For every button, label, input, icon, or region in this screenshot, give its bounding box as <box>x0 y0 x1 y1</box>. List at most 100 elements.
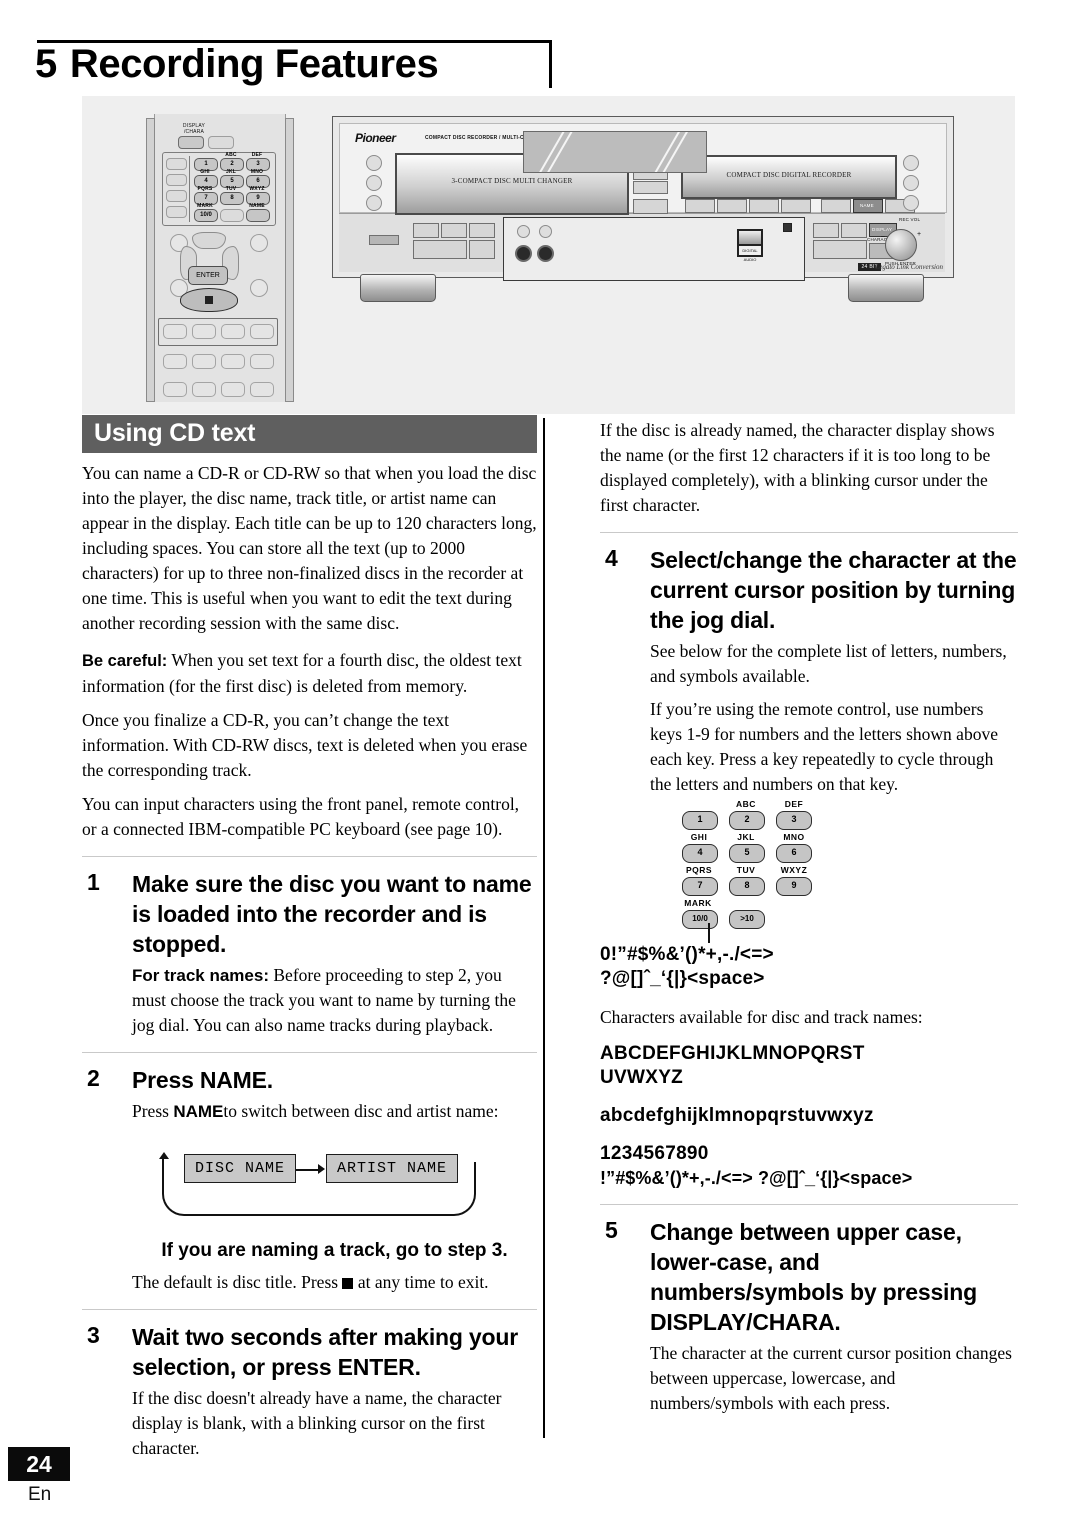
remote-lower-button-3[interactable] <box>221 354 245 369</box>
remote-function-button-3[interactable] <box>221 324 245 339</box>
deck-rec-indicator <box>783 223 792 232</box>
page-number-badge: 24 <box>8 1447 70 1481</box>
deck-rec-button-5[interactable] <box>821 199 851 213</box>
deck-rec-button-2[interactable] <box>717 199 747 213</box>
step-5: 5 Change between upper case, lower-case,… <box>600 1217 1018 1416</box>
remote-stop-button[interactable] <box>180 288 238 312</box>
chapter-name: Recording Features <box>69 42 439 86</box>
deck-right-button-2[interactable] <box>841 223 867 238</box>
remote-soft-button-2[interactable] <box>166 174 187 186</box>
step-4-heading: Select/change the character at the curre… <box>650 547 1017 633</box>
disc-name-box: DISC NAME <box>184 1154 297 1183</box>
keypad-key-6-label: 6 <box>791 847 797 857</box>
remote-lower-button-4[interactable] <box>250 354 274 369</box>
remote-keypad-divider <box>189 156 190 222</box>
symbol-line-1: 0!”#$%&’()*+,-./<=> <box>600 944 774 965</box>
remote-corner-button-tr[interactable] <box>250 234 268 252</box>
step-4-body-1: See below for the complete list of lette… <box>650 641 1007 686</box>
keypad-key-4[interactable]: 4 <box>682 844 718 863</box>
remote-dpad-up[interactable] <box>192 232 226 249</box>
deck-right-button-3[interactable] <box>813 240 867 259</box>
remote-enter-button[interactable]: ENTER <box>188 266 228 285</box>
deck-rec-button-4[interactable] <box>781 199 811 213</box>
character-display <box>523 131 707 173</box>
left-column: Using CD text You can name a CD-R or CD-… <box>82 415 537 1461</box>
deck-lower-button-3[interactable] <box>469 223 495 238</box>
deck-small-indicator-1 <box>517 225 530 238</box>
keypad-key-7[interactable]: 7 <box>682 877 718 896</box>
deck-eject-button[interactable] <box>369 235 399 245</box>
keypad-callout-line <box>708 923 710 943</box>
deck-center-button-4[interactable] <box>633 199 668 214</box>
recorder-disc-tray[interactable]: COMPACT DISC DIGITAL RECORDER <box>681 155 897 199</box>
deck-right-button-1[interactable] <box>813 223 839 238</box>
keypad-figure: ABC DEF 1 2 3 GHI JKL MNO 4 5 6 PQRS TUV… <box>682 799 852 943</box>
remote-soft-button-3[interactable] <box>166 190 187 202</box>
keypad-key-1[interactable]: 1 <box>682 811 718 830</box>
keypad-key-7-letters: PQRS <box>685 865 713 875</box>
keypad-key-2-label: 2 <box>744 814 750 824</box>
column-divider <box>543 418 545 1438</box>
remote-lower-button-1[interactable] <box>163 354 187 369</box>
step-3-body: If the disc doesn't already have a name,… <box>132 1388 502 1458</box>
pioneer-logo: Pioneer <box>355 131 396 145</box>
deck-indicator-4 <box>903 155 919 171</box>
step-5-number: 5 <box>605 1217 618 1243</box>
remote-aux-button[interactable] <box>208 136 234 149</box>
keypad-key-mark[interactable]: 10/0 <box>682 910 718 929</box>
keypad-key-6[interactable]: 6 <box>776 844 812 863</box>
step-2-track-note: If you are naming a track, go to step 3. <box>161 1240 508 1261</box>
cd-logo-text: DIGITAL AUDIO <box>739 246 761 262</box>
right-column: If the disc is already named, the charac… <box>600 415 1018 1416</box>
deck-center-button-3[interactable] <box>633 181 668 194</box>
keypad-key-5[interactable]: 5 <box>729 844 765 863</box>
deck-lower-button-5[interactable] <box>469 240 495 259</box>
characters-lowercase: abcdefghijklmnopqrstuvwxyz <box>600 1105 874 1126</box>
remote-lower-button-5[interactable] <box>163 382 187 397</box>
characters-uppercase-line-2: UVWXYZ <box>600 1067 684 1088</box>
deck-rec-button-1[interactable] <box>685 199 715 213</box>
headphone-jack-icon <box>515 245 532 262</box>
remote-function-button-1[interactable] <box>163 324 187 339</box>
step-4-number: 4 <box>605 545 618 571</box>
divider-5 <box>600 1204 1018 1205</box>
remote-lower-button-6[interactable] <box>192 382 216 397</box>
keypad-key-8[interactable]: 8 <box>729 877 765 896</box>
keypad-key-4-label: 4 <box>697 847 703 857</box>
deck-name-button[interactable]: NAME <box>853 199 883 213</box>
jog-dial[interactable] <box>885 229 917 261</box>
remote-lower-button-2[interactable] <box>192 354 216 369</box>
step-4: 4 Select/change the character at the cur… <box>600 545 1018 797</box>
keypad-key-3[interactable]: 3 <box>776 811 812 830</box>
input-methods-paragraph: You can input characters using the front… <box>82 794 520 839</box>
step-1-body: For track names: Before proceeding to st… <box>132 963 537 1038</box>
remote-function-button-2[interactable] <box>192 324 216 339</box>
remote-function-button-4[interactable] <box>250 324 274 339</box>
remote-lower-button-7[interactable] <box>221 382 245 397</box>
keypad-key-6-letters: MNO <box>783 832 805 842</box>
deck-lower-button-1[interactable] <box>413 223 439 238</box>
remote-key-mark-label: 10/0 <box>200 212 212 218</box>
remote-key-mark[interactable]: 10/0 <box>194 209 218 222</box>
remote-key-8[interactable]: 8 <box>220 192 244 205</box>
deck-lower-button-2[interactable] <box>441 223 467 238</box>
divider-1 <box>82 856 537 857</box>
keypad-key-over-ten[interactable]: >10 <box>729 910 765 929</box>
product-illustration: DISPLAY/CHARA 1 ABC 2 DEF 3 GHI 4 JKL 5 … <box>82 96 1015 414</box>
remote-display-chara-button[interactable] <box>178 136 204 149</box>
keypad-key-2[interactable]: 2 <box>729 811 765 830</box>
remote-key-blank[interactable] <box>220 209 244 222</box>
deck-lower-button-4[interactable] <box>413 240 467 259</box>
changer-tray-label: 3-COMPACT DISC MULTI CHANGER <box>451 177 573 185</box>
step-1-sub-label: For track names: <box>132 966 269 985</box>
remote-name-button[interactable] <box>246 209 270 222</box>
remote-corner-button-br[interactable] <box>250 279 268 297</box>
remote-soft-button-4[interactable] <box>166 206 187 218</box>
keypad-key-9[interactable]: 9 <box>776 877 812 896</box>
deck-rec-button-3[interactable] <box>749 199 779 213</box>
step-2-default-post: at any time to exit. <box>353 1272 489 1292</box>
characters-caption: Characters available for disc and track … <box>600 1007 923 1027</box>
remote-lower-button-8[interactable] <box>250 382 274 397</box>
remote-soft-button-1[interactable] <box>166 158 187 170</box>
step-2-heading: Press NAME. <box>132 1067 273 1093</box>
